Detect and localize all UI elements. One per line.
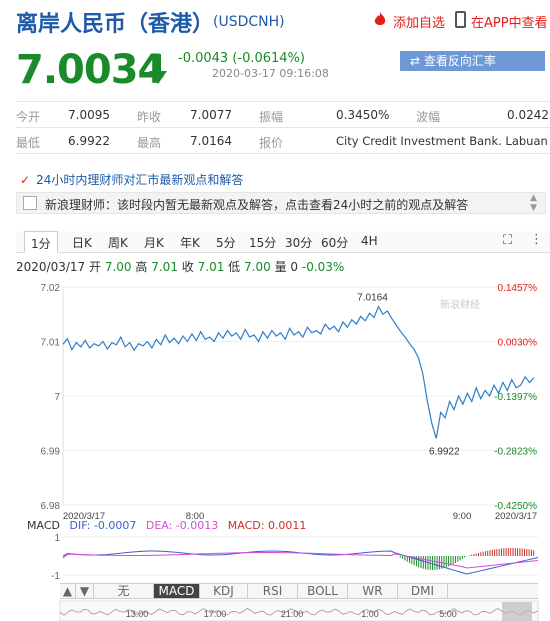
timeline-label: 5:00: [439, 609, 457, 619]
x-tick-label: 2020/3/17: [495, 511, 537, 522]
indicator-rsi[interactable]: RSI: [248, 584, 298, 598]
y-tick-label: 7: [54, 392, 60, 403]
macd-dif-line: [62, 550, 539, 575]
low-label: 6.9922: [429, 447, 460, 458]
pct-tick-label: -0.2823%: [494, 447, 537, 458]
indicator-macd[interactable]: MACD: [154, 584, 200, 598]
macd-dif: DIF: -0.0007: [69, 519, 137, 532]
indicator-none[interactable]: 无: [94, 584, 154, 598]
watermark-text: 新浪财经: [440, 298, 480, 311]
indicator-kdj[interactable]: KDJ: [200, 584, 248, 598]
indicator-bar: ▲ ▼ 无 MACD KDJ RSI BOLL WR DMI: [60, 583, 538, 599]
indicator-boll[interactable]: BOLL: [298, 584, 348, 598]
y-tick-label: 7.02: [41, 283, 61, 294]
macd-value: MACD: 0.0011: [227, 519, 307, 532]
timeline-label: 1:00: [361, 609, 379, 619]
timeline-label: 13:00: [126, 609, 149, 619]
y-tick-label: 6.99: [41, 447, 61, 458]
macd-readout: MACD DIF: -0.0007 DEA: -0.0013 MACD: 0.0…: [27, 519, 306, 532]
macd-title: MACD: [27, 519, 60, 532]
macd-dea-line: [62, 552, 539, 569]
macd-y-label: -1: [51, 571, 60, 582]
y-tick-label: 6.98: [41, 501, 61, 512]
indicator-dmi[interactable]: DMI: [398, 584, 448, 598]
timeline-label: 17:00: [204, 609, 227, 619]
x-tick-label: 9:00: [453, 511, 472, 522]
macd-y-label: 1: [54, 533, 60, 544]
pct-tick-label: 0.1457%: [498, 283, 538, 294]
indicator-wr[interactable]: WR: [348, 584, 398, 598]
scroll-up-icon[interactable]: ▲: [60, 584, 76, 598]
high-label: 7.0164: [357, 293, 388, 304]
pct-tick-label: -0.1397%: [494, 392, 537, 403]
y-tick-label: 7.01: [41, 338, 61, 349]
price-line: [62, 305, 535, 439]
timeline-label: 21:00: [281, 609, 304, 619]
scroll-down-icon[interactable]: ▼: [76, 584, 94, 598]
pct-tick-label: 0.0030%: [498, 338, 538, 349]
macd-dea: DEA: -0.0013: [145, 519, 219, 532]
timeline-handle: [502, 602, 532, 621]
